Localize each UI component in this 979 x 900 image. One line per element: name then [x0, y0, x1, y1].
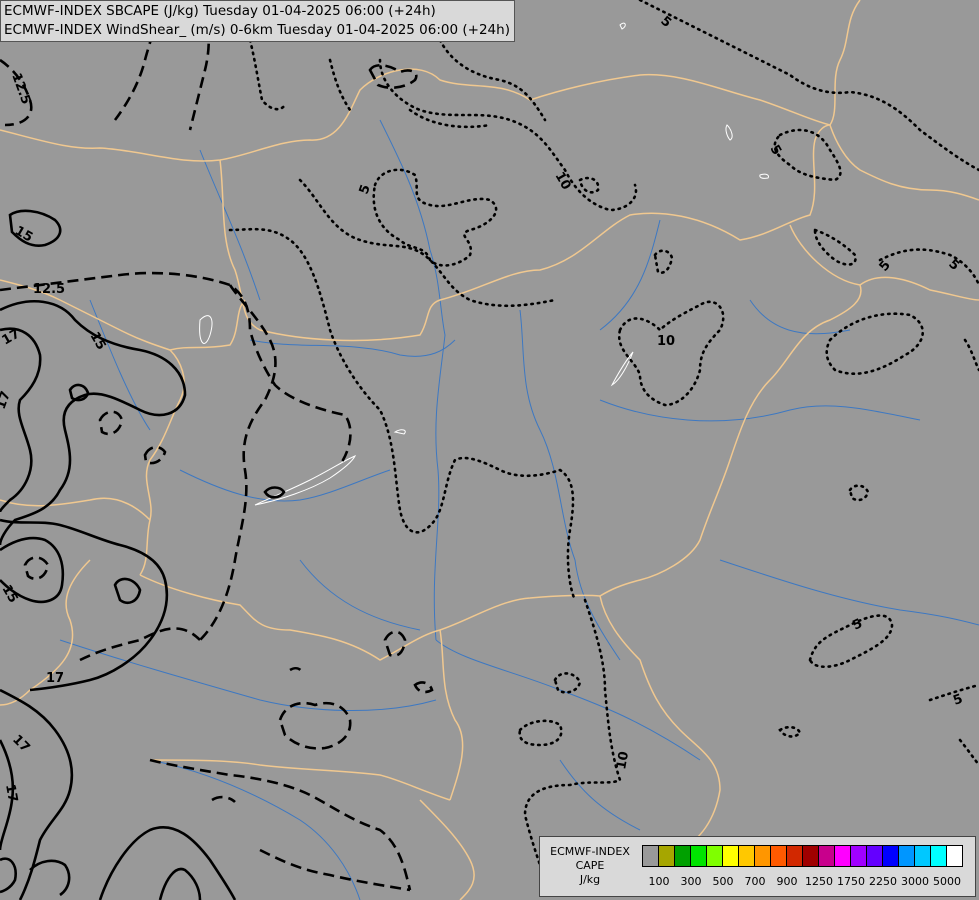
legend-swatch — [835, 846, 851, 866]
title-line-windshear: ECMWF-INDEX WindShear_ (m/s) 0-6km Tuesd… — [4, 22, 510, 38]
legend-swatch — [883, 846, 899, 866]
legend-swatch — [867, 846, 883, 866]
legend-swatch — [755, 846, 771, 866]
legend-swatch — [803, 846, 819, 866]
legend-tick-labels: 100 300 500 700 900 1250 1750 2250 3000 5000 — [540, 875, 975, 889]
legend-swatch — [723, 846, 739, 866]
legend-swatch — [931, 846, 947, 866]
legend-swatch — [819, 846, 835, 866]
contour-label: 17 — [2, 783, 20, 803]
legend-tick-label: 1750 — [837, 875, 865, 888]
cape-legend: ECMWF-INDEX CAPE J/kg 100 300 500 700 900 125… — [539, 836, 976, 897]
map-title: ECMWF-INDEX SBCAPE (J/kg) Tuesday 01-04-… — [0, 0, 515, 42]
legend-swatch — [915, 846, 931, 866]
legend-tick-label: 1250 — [805, 875, 833, 888]
legend-swatch — [899, 846, 915, 866]
contour-label: 10 — [657, 334, 675, 349]
legend-tick-label: 3000 — [901, 875, 929, 888]
legend-swatch — [947, 846, 962, 866]
legend-swatch — [659, 846, 675, 866]
legend-swatch — [787, 846, 803, 866]
legend-swatch — [643, 846, 659, 866]
legend-tick-label: 500 — [712, 875, 734, 888]
legend-swatch — [675, 846, 691, 866]
legend-tick-label: 5000 — [933, 875, 961, 888]
legend-tick-label: 100 — [648, 875, 670, 888]
title-line-cape: ECMWF-INDEX SBCAPE (J/kg) Tuesday 01-04-… — [4, 3, 436, 19]
legend-tick-label: 300 — [680, 875, 702, 888]
legend-swatch — [739, 846, 755, 866]
legend-color-scale — [642, 845, 963, 867]
weather-map: 5 5 5 5 5 5 5 10 10 10 12.5 12.5 15 15 1… — [0, 0, 979, 900]
legend-swatch — [851, 846, 867, 866]
contour-label: 12.5 — [33, 282, 65, 297]
contour-label: 10 — [614, 750, 632, 770]
contour-label: 17 — [46, 671, 64, 686]
legend-tick-label: 2250 — [869, 875, 897, 888]
legend-swatch — [691, 846, 707, 866]
legend-caption-variable: CAPE — [575, 859, 605, 872]
legend-tick-label: 700 — [744, 875, 766, 888]
legend-swatch — [771, 846, 787, 866]
legend-caption-source: ECMWF-INDEX — [550, 845, 630, 858]
legend-tick-label: 900 — [776, 875, 798, 888]
legend-swatch — [707, 846, 723, 866]
